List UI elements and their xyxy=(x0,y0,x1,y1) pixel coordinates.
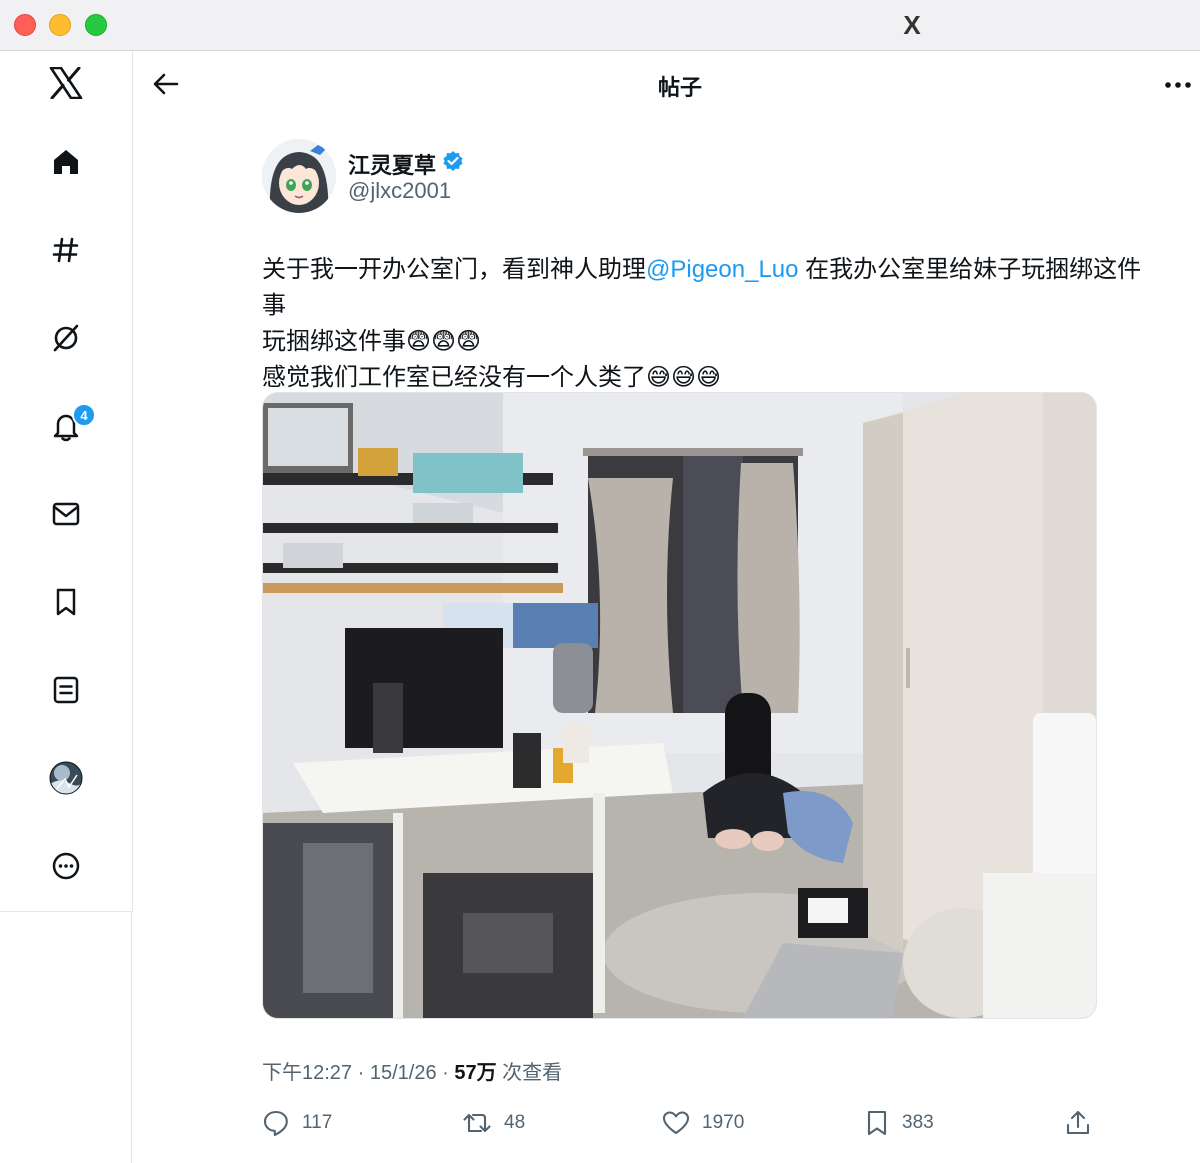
share-button[interactable] xyxy=(1064,1106,1092,1140)
heart-icon xyxy=(662,1111,690,1135)
messages-envelope-icon[interactable] xyxy=(44,492,88,536)
mention-link[interactable]: @Pigeon_Luo xyxy=(646,256,798,283)
notifications-badge: 4 xyxy=(72,403,96,427)
reply-button[interactable]: 117 xyxy=(262,1106,332,1140)
share-icon xyxy=(1066,1110,1090,1135)
reply-icon xyxy=(263,1110,288,1137)
repost-button[interactable]: 48 xyxy=(462,1106,525,1140)
bookmark-count: 383 xyxy=(902,1112,934,1133)
repost-count: 48 xyxy=(504,1112,526,1133)
author-avatar[interactable] xyxy=(262,139,336,213)
verified-badge-icon xyxy=(442,150,464,178)
sidebar-divider xyxy=(131,911,132,1163)
window-titlebar: X xyxy=(0,0,1200,51)
profile-avatar-icon[interactable] xyxy=(44,756,88,800)
bookmark-icon xyxy=(867,1110,887,1136)
like-button[interactable]: 1970 xyxy=(662,1106,744,1140)
repost-icon xyxy=(463,1113,491,1133)
tweet-text-part: 关于我一开办公室门，看到神人助理 xyxy=(262,256,646,283)
x-logo-icon[interactable] xyxy=(44,61,88,105)
author-handle[interactable]: @jlxc2001 xyxy=(348,178,451,204)
fearful-emoji: 😨😨😨 xyxy=(406,328,482,355)
explore-hashtag-icon[interactable] xyxy=(44,228,88,272)
reply-count: 117 xyxy=(302,1112,333,1133)
back-arrow-icon[interactable] xyxy=(148,66,184,102)
more-horizontal-icon[interactable] xyxy=(1160,70,1196,100)
tweet-photo[interactable] xyxy=(262,392,1097,1019)
bookmark-button[interactable]: 383 xyxy=(864,1106,934,1140)
author-name-row[interactable]: 江灵夏草 xyxy=(348,148,464,180)
author-display-name[interactable]: 江灵夏草 xyxy=(348,148,436,180)
meta-separator: · xyxy=(436,1062,455,1084)
tweet-time[interactable]: 下午12:27 xyxy=(262,1062,352,1084)
tweet-text: 关于我一开办公室门，看到神人助理@Pigeon_Luo 在我办公室里给妹子玩捆绑… xyxy=(262,252,1142,396)
minimize-window-button[interactable] xyxy=(49,14,71,36)
lists-icon[interactable] xyxy=(44,668,88,712)
like-count: 1970 xyxy=(702,1112,745,1133)
bookmarks-icon[interactable] xyxy=(44,580,88,624)
page-title: 帖子 xyxy=(657,75,702,100)
views-label: 次查看 xyxy=(496,1062,563,1084)
more-options-circle-icon[interactable] xyxy=(44,844,88,888)
home-icon[interactable] xyxy=(44,140,88,184)
meta-separator: · xyxy=(352,1062,370,1084)
window-title: X xyxy=(903,10,921,40)
tweet-text-part: 玩捆绑这件事 xyxy=(262,328,406,355)
zoom-window-button[interactable] xyxy=(85,14,107,36)
view-count: 57万 xyxy=(454,1062,497,1084)
tweet-date[interactable]: 15/1/26 xyxy=(370,1062,437,1084)
tweet-meta: 下午12:27 · 15/1/26 · 57万 次查看 xyxy=(262,1056,562,1085)
sweat-smile-emoji: 😅😅😅 xyxy=(646,364,722,391)
close-window-button[interactable] xyxy=(14,14,36,36)
grok-icon[interactable] xyxy=(44,316,88,360)
tweet-text-part: 感觉我们工作室已经没有一个人类了 xyxy=(262,364,646,391)
